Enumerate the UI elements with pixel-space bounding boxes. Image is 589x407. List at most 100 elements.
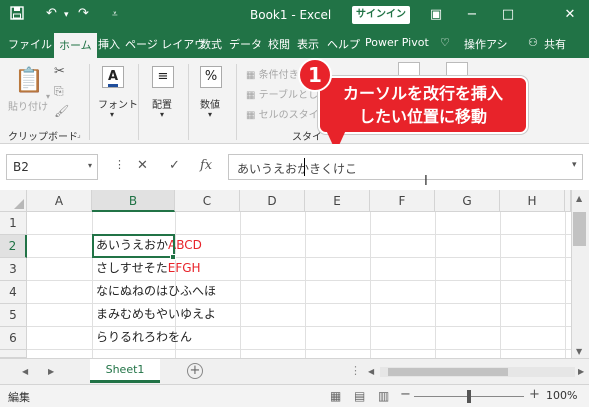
- paste-icon[interactable]: 📋: [14, 66, 44, 94]
- tab-view[interactable]: 表示: [297, 36, 319, 52]
- tab-file[interactable]: ファイル: [8, 36, 52, 52]
- zoom-out-button[interactable]: −: [400, 387, 411, 402]
- enter-icon[interactable]: ✓: [169, 158, 180, 173]
- maximize-icon[interactable]: □: [494, 5, 522, 25]
- alignment-icon[interactable]: ≡: [152, 66, 174, 88]
- font-dropdown-icon[interactable]: ▾: [110, 110, 114, 119]
- column-header-b[interactable]: B: [92, 190, 175, 212]
- column-header-d[interactable]: D: [240, 190, 305, 212]
- window-title: Book1 - Excel: [250, 8, 332, 22]
- tab-power-pivot[interactable]: Power Pivot: [365, 36, 429, 49]
- row-header-6[interactable]: 6: [0, 327, 27, 350]
- cell-b3[interactable]: さしすせそたEFGH: [93, 257, 293, 280]
- conditional-format-button[interactable]: ▦ 条件付き: [246, 66, 299, 81]
- status-bar: 編集 ▦ ▤ ▥ − + 100%: [0, 384, 589, 407]
- number-label[interactable]: 数値: [200, 96, 220, 111]
- page-break-view-icon[interactable]: ▥: [378, 389, 389, 403]
- number-dropdown-icon[interactable]: ▾: [208, 110, 212, 119]
- user-icon[interactable]: ⚇: [528, 36, 538, 49]
- share-button[interactable]: 共有: [544, 36, 566, 52]
- new-sheet-button[interactable]: +: [187, 363, 203, 379]
- cell-b5[interactable]: まみむめもやいゆえよ: [93, 303, 293, 326]
- scroll-left-arrow-icon[interactable]: ◀: [368, 367, 374, 376]
- row-header-4[interactable]: 4: [0, 281, 27, 304]
- page-layout-view-icon[interactable]: ▤: [354, 389, 365, 403]
- paste-label: 貼り付け: [8, 102, 48, 113]
- row-header-3[interactable]: 3: [0, 258, 27, 281]
- formula-bar-handle-icon[interactable]: ⋮: [114, 158, 125, 171]
- column-header-f[interactable]: F: [370, 190, 435, 212]
- cell-text: さしすせそた: [96, 261, 168, 275]
- zoom-level[interactable]: 100%: [546, 389, 577, 402]
- name-box-dropdown-icon[interactable]: ▾: [88, 161, 92, 170]
- scroll-up-arrow-icon[interactable]: ▲: [576, 194, 582, 203]
- annotation-callout: カーソルを改行を挿入 したい位置に移動: [318, 76, 528, 134]
- ibeam-pointer-icon: I: [424, 174, 428, 189]
- column-header-h[interactable]: H: [500, 190, 565, 212]
- column-header-g[interactable]: G: [435, 190, 500, 212]
- save-icon[interactable]: [10, 6, 24, 24]
- gridline: [27, 349, 571, 350]
- horizontal-scroll-thumb[interactable]: [388, 368, 508, 376]
- tab-data[interactable]: データ: [229, 36, 262, 52]
- column-header-a[interactable]: A: [27, 190, 92, 212]
- tab-page-layout[interactable]: ページ レイアウ: [125, 36, 205, 52]
- font-label[interactable]: フォント: [98, 96, 138, 111]
- signin-button[interactable]: サインイン: [352, 6, 410, 24]
- fill-handle[interactable]: [170, 254, 176, 260]
- number-format-icon[interactable]: %: [200, 66, 222, 88]
- alignment-label[interactable]: 配置: [152, 96, 172, 111]
- ribbon-display-options-icon[interactable]: ▣: [422, 5, 450, 25]
- formula-input[interactable]: あいうえおかきくけこ: [228, 154, 583, 180]
- row-header-2[interactable]: 2: [0, 235, 27, 258]
- active-cell-border: [92, 234, 175, 258]
- font-icon[interactable]: A: [102, 66, 124, 88]
- tab-insert[interactable]: 挿入: [98, 36, 120, 52]
- title-bar: ↶ ▾ ↷ ⩡ Book1 - Excel サインイン ▣ − □ ✕: [0, 0, 589, 31]
- cell-b6[interactable]: らりるれろわをん: [93, 326, 293, 349]
- worksheet-grid: A B C D E F G H 1 2 3 4 5 6 あいうえおかABCD さ…: [0, 190, 589, 358]
- undo-icon[interactable]: ↶: [46, 6, 57, 21]
- row-header-5[interactable]: 5: [0, 304, 27, 327]
- alignment-dropdown-icon[interactable]: ▾: [160, 110, 164, 119]
- expand-formula-bar-icon[interactable]: ▾: [572, 160, 577, 170]
- scroll-sheets-left-icon[interactable]: ◀: [22, 367, 28, 376]
- normal-view-icon[interactable]: ▦: [330, 389, 341, 403]
- scroll-down-arrow-icon[interactable]: ▼: [576, 347, 582, 356]
- format-painter-icon[interactable]: 🖌: [54, 104, 69, 118]
- redo-icon[interactable]: ↷: [78, 6, 89, 21]
- styles-group-label: スタイ: [292, 132, 322, 143]
- undo-dropdown-icon[interactable]: ▾: [64, 10, 69, 20]
- customize-quick-access-icon[interactable]: ⩡: [112, 9, 118, 20]
- cell-styles-button[interactable]: ▦ セルのスタイル: [246, 106, 329, 121]
- tab-home[interactable]: ホーム: [54, 33, 97, 58]
- insert-function-icon[interactable]: fx: [200, 158, 212, 173]
- ribbon-separator: [138, 64, 139, 140]
- tell-me-search[interactable]: 操作アシ: [464, 36, 508, 52]
- clipboard-launcher-icon[interactable]: ⌟: [77, 130, 81, 139]
- tab-split-handle-icon[interactable]: ⋮: [350, 364, 361, 377]
- paste-dropdown-icon[interactable]: ▾: [46, 92, 50, 101]
- tab-help[interactable]: ヘルプ: [327, 36, 360, 52]
- cell-text: まみむめもやいゆえよ: [96, 307, 217, 321]
- scroll-right-arrow-icon[interactable]: ▶: [578, 367, 584, 376]
- name-box[interactable]: B2: [6, 154, 98, 180]
- column-header-e[interactable]: E: [305, 190, 370, 212]
- vertical-scroll-thumb[interactable]: [573, 212, 586, 246]
- lightbulb-icon[interactable]: ♡: [440, 36, 450, 49]
- cancel-icon[interactable]: ✕: [137, 158, 148, 173]
- column-header-c[interactable]: C: [175, 190, 240, 212]
- copy-icon[interactable]: ⎘: [54, 84, 64, 99]
- zoom-slider-thumb[interactable]: [467, 390, 471, 403]
- close-icon[interactable]: ✕: [556, 5, 584, 25]
- select-all-corner[interactable]: [0, 190, 27, 212]
- minimize-icon[interactable]: −: [458, 5, 486, 25]
- cut-icon[interactable]: ✂: [54, 64, 65, 79]
- zoom-in-button[interactable]: +: [529, 387, 540, 402]
- scroll-sheets-right-icon[interactable]: ▶: [48, 367, 54, 376]
- row-header-1[interactable]: 1: [0, 212, 27, 235]
- sheet-tab-sheet1[interactable]: Sheet1: [90, 359, 160, 383]
- tab-formulas[interactable]: 数式: [200, 36, 222, 52]
- cell-b4[interactable]: なにぬねのはひふへほ: [93, 280, 293, 303]
- tab-review[interactable]: 校閲: [268, 36, 290, 52]
